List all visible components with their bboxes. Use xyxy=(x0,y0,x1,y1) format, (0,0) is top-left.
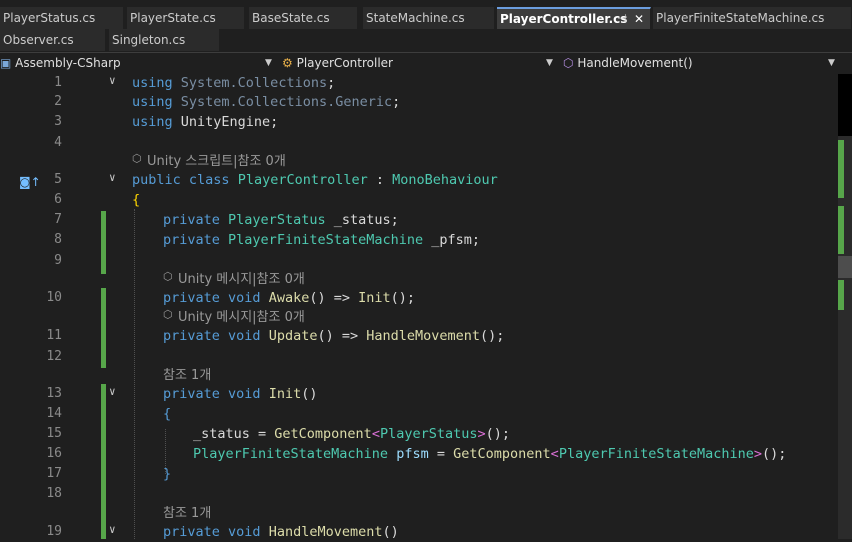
tab-label: BaseState.cs xyxy=(252,11,330,25)
member-label: HandleMovement() xyxy=(577,56,693,70)
line-number: 16 xyxy=(46,446,62,461)
project-dropdown[interactable]: ▣ Assembly-CSharp ▼ xyxy=(0,53,274,74)
tab-bar-row-2: Observer.cs Singleton.cs xyxy=(0,29,852,51)
chevron-down-icon[interactable]: ∨ xyxy=(109,171,116,184)
scrollbar-thumb[interactable] xyxy=(838,256,852,278)
codelens-references[interactable]: 참조 1개 xyxy=(163,504,211,523)
pin-icon[interactable]: ⊣ xyxy=(617,9,627,29)
unity-icon: ⬡ xyxy=(163,308,173,321)
codelens-unity-message[interactable]: Unity 메시지|참조 0개 xyxy=(178,308,305,327)
code-line: 16 PlayerFiniteStateMachine pfsm = GetCo… xyxy=(0,445,838,464)
unity-icon: ⬡ xyxy=(163,270,173,283)
codelens[interactable]: 참조 1개 xyxy=(0,504,838,523)
code-line: 12 xyxy=(0,348,838,367)
code-line: 6 { xyxy=(0,191,838,210)
codelens[interactable]: ⬡ Unity 스크립트|참조 0개 xyxy=(0,152,838,171)
line-number: 17 xyxy=(46,466,62,481)
tab-label: PlayerState.cs xyxy=(130,11,216,25)
code-line: 4 xyxy=(0,134,838,153)
code-line: 17 } xyxy=(0,465,838,484)
code-line: 3 using UnityEngine; xyxy=(0,113,838,132)
tab-label: PlayerController.cs xyxy=(500,12,628,26)
tab-label: Observer.cs xyxy=(3,33,74,47)
code-line: 8 private PlayerFiniteStateMachine _pfsm… xyxy=(0,231,838,250)
line-number: 4 xyxy=(54,135,62,150)
line-number: 13 xyxy=(46,386,62,401)
codelens-unity-message[interactable]: Unity 메시지|참조 0개 xyxy=(178,270,305,289)
method-icon: ⬡ xyxy=(563,56,574,70)
code-line: 13 ∨ private void Init() xyxy=(0,385,838,404)
line-number: 7 xyxy=(54,212,62,227)
unity-icon: ⬡ xyxy=(132,152,142,165)
line-number: 8 xyxy=(54,232,62,247)
code-line: 5 ∨ public class PlayerController : Mono… xyxy=(0,171,838,190)
class-label: PlayerController xyxy=(296,56,393,70)
tab-playerfinitestatemachine[interactable]: PlayerFiniteStateMachine.cs xyxy=(653,7,852,29)
chevron-down-icon: ▼ xyxy=(546,58,553,68)
tab-label: StateMachine.cs xyxy=(366,11,465,25)
code-line: 19 ∨ private void HandleMovement() xyxy=(0,523,838,542)
tab-label: PlayerStatus.cs xyxy=(3,11,96,25)
chevron-down-icon: ▼ xyxy=(265,58,272,68)
line-number: 18 xyxy=(46,486,62,501)
tab-playerstatus[interactable]: PlayerStatus.cs xyxy=(0,7,124,29)
line-number: 9 xyxy=(54,253,62,268)
navigation-bar: ▣ Assembly-CSharp ▼ ⚙ PlayerController ▼… xyxy=(0,52,852,75)
line-number: 19 xyxy=(46,524,62,539)
line-number: 5 xyxy=(54,172,62,187)
scrollbar-change-marker xyxy=(838,280,844,310)
codelens-references[interactable]: 참조 1개 xyxy=(163,366,211,385)
codelens[interactable]: ⬡ Unity 메시지|참조 0개 xyxy=(0,308,838,327)
line-number: 15 xyxy=(46,426,62,441)
chevron-down-icon[interactable]: ∨ xyxy=(109,74,116,87)
line-number: 2 xyxy=(54,94,62,109)
class-icon: ⚙ xyxy=(282,56,293,70)
tab-label: PlayerFiniteStateMachine.cs xyxy=(656,11,825,25)
code-line: 10 private void Awake() => Init(); xyxy=(0,289,838,308)
scrollbar-change-marker xyxy=(838,206,844,254)
class-dropdown[interactable]: ⚙ PlayerController ▼ xyxy=(282,53,556,74)
scrollbar-viewport-region xyxy=(838,74,852,136)
chevron-down-icon[interactable]: ∨ xyxy=(109,385,116,398)
tab-observer[interactable]: Observer.cs xyxy=(0,29,106,51)
line-number: 3 xyxy=(54,114,62,129)
code-line: 15 _status = GetComponent<PlayerStatus>(… xyxy=(0,425,838,444)
line-number: 12 xyxy=(46,349,62,364)
line-number: 10 xyxy=(46,290,62,305)
chevron-down-icon[interactable]: ∨ xyxy=(109,523,116,536)
member-dropdown[interactable]: ⬡ HandleMovement() ▼ xyxy=(563,53,839,74)
code-line: 2 using System.Collections.Generic; xyxy=(0,93,838,112)
codelens-unity-script[interactable]: Unity 스크립트|참조 0개 xyxy=(147,152,286,171)
tab-singleton[interactable]: Singleton.cs xyxy=(109,29,220,51)
tab-statemachine[interactable]: StateMachine.cs xyxy=(363,7,495,29)
close-icon[interactable]: ✕ xyxy=(634,9,644,29)
line-number: 1 xyxy=(54,75,62,90)
tab-playerstate[interactable]: PlayerState.cs xyxy=(127,7,245,29)
code-line: 7 private PlayerStatus _status; xyxy=(0,211,838,230)
csharp-project-icon: ▣ xyxy=(0,56,12,70)
tab-label: Singleton.cs xyxy=(112,33,186,47)
line-number: 14 xyxy=(46,406,62,421)
codelens[interactable]: 참조 1개 xyxy=(0,366,838,385)
codelens[interactable]: ⬡ Unity 메시지|참조 0개 xyxy=(0,270,838,289)
project-label: Assembly-CSharp xyxy=(15,56,121,70)
line-number: 6 xyxy=(54,192,62,207)
tab-playercontroller[interactable]: PlayerController.cs ⊣ ✕ xyxy=(497,7,651,29)
chevron-down-icon: ▼ xyxy=(828,58,835,68)
scrollbar-change-marker xyxy=(838,140,844,198)
line-number: 11 xyxy=(46,328,62,343)
code-editor[interactable]: ◙↑ 1 ∨ using System.Collections; 2 using… xyxy=(0,74,852,542)
tab-basestate[interactable]: BaseState.cs xyxy=(249,7,358,29)
code-line: 11 private void Update() => HandleMoveme… xyxy=(0,327,838,346)
tab-bar-row-1: PlayerStatus.cs PlayerState.cs BaseState… xyxy=(0,7,852,29)
code-line: 1 ∨ using System.Collections; xyxy=(0,74,838,93)
code-line: 18 xyxy=(0,485,838,504)
code-line: 14 { xyxy=(0,405,838,424)
code-line: 9 xyxy=(0,252,838,271)
